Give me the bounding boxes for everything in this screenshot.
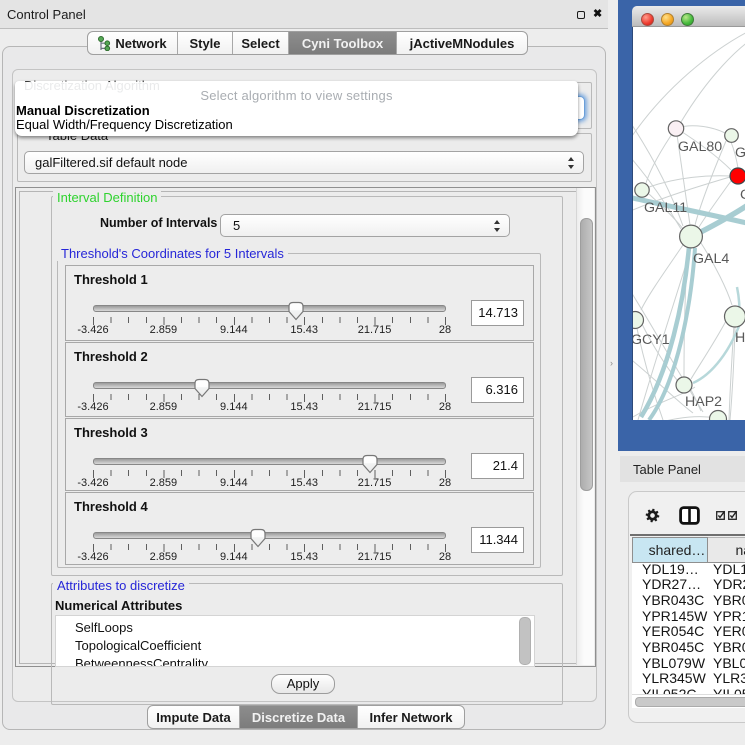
svg-text:GAL80: GAL80 [678, 139, 722, 155]
svg-text:GAL2: GAL2 [735, 145, 745, 161]
svg-text:GAL4: GAL4 [693, 251, 729, 267]
svg-text:CDC25: CDC25 [740, 187, 745, 203]
svg-text:HIS7: HIS7 [735, 330, 745, 346]
svg-text:HAP2: HAP2 [685, 394, 722, 410]
svg-text:GAL11: GAL11 [644, 200, 687, 216]
svg-text:GCY1: GCY1 [633, 332, 670, 348]
